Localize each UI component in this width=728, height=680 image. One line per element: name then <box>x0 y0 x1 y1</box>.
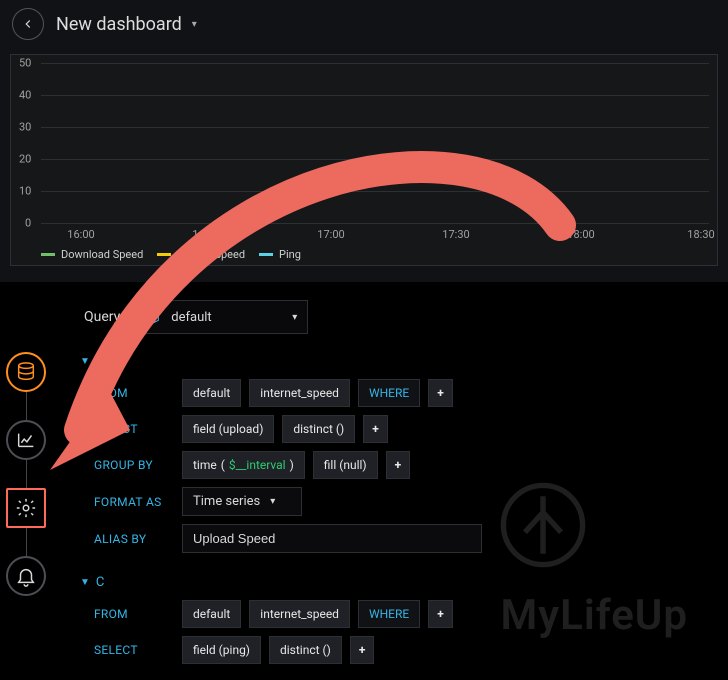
legend-item[interactable]: Upload Speed <box>157 248 245 261</box>
chart-icon <box>15 429 37 451</box>
bell-icon <box>15 565 37 587</box>
datasource-select[interactable]: default ▾ <box>134 300 308 334</box>
groupby-keyword: GROUP BY <box>94 458 174 472</box>
datasource-icon <box>145 309 161 325</box>
from-keyword: FROM <box>94 386 174 400</box>
xtick: 16:00 <box>67 228 94 241</box>
xtick: 18:30 <box>687 228 714 241</box>
ytick: 30 <box>19 121 31 134</box>
select-agg-chip[interactable]: distinct () <box>269 636 342 664</box>
from-keyword: FROM <box>94 607 174 621</box>
query-toggle-b[interactable]: ▼B <box>80 348 720 375</box>
xtick: 17:30 <box>442 228 469 241</box>
format-as-select[interactable]: Time series ▾ <box>182 487 302 516</box>
database-icon <box>15 361 37 383</box>
xtick: 18:00 <box>567 228 594 241</box>
chart-panel: 50 40 30 20 10 0 16:00 16:30 17:00 17:30… <box>10 54 718 266</box>
page-title: New dashboard <box>56 14 182 35</box>
chevron-down-icon: ▾ <box>292 312 297 323</box>
from-measurement-chip[interactable]: internet_speed <box>249 600 350 628</box>
ytick: 20 <box>19 153 31 166</box>
alias-by-label: ALIAS BY <box>94 532 174 546</box>
groupby-add-button[interactable]: + <box>386 451 411 479</box>
chevron-down-icon: ▼ <box>80 577 90 588</box>
chevron-down-icon: ▼ <box>80 356 90 367</box>
query-toggle-c[interactable]: ▼C <box>80 569 720 596</box>
ytick: 10 <box>19 185 31 198</box>
select-keyword: SELECT <box>94 643 174 657</box>
xtick: 16:30 <box>192 228 219 241</box>
xtick: 17:00 <box>317 228 344 241</box>
where-add-button[interactable]: + <box>428 379 453 407</box>
select-field-chip[interactable]: field (upload) <box>182 415 274 443</box>
select-keyword: SELECT <box>94 422 174 436</box>
select-add-button[interactable]: + <box>363 415 388 443</box>
where-keyword[interactable]: WHERE <box>358 379 420 407</box>
ytick: 0 <box>25 217 31 230</box>
from-db-chip[interactable]: default <box>182 379 241 407</box>
ytick: 40 <box>19 89 31 102</box>
where-keyword[interactable]: WHERE <box>358 600 420 628</box>
from-db-chip[interactable]: default <box>182 600 241 628</box>
select-field-chip[interactable]: field (ping) <box>182 636 261 664</box>
from-measurement-chip[interactable]: internet_speed <box>249 379 350 407</box>
tab-visualization[interactable] <box>6 420 46 460</box>
query-section-label: Query <box>84 309 120 325</box>
groupby-time-chip[interactable]: time ($__interval) <box>182 451 305 479</box>
arrow-left-icon <box>21 17 35 31</box>
chart-legend: Download Speed Upload Speed Ping <box>41 248 301 261</box>
chevron-down-icon: ▾ <box>192 19 197 30</box>
gear-icon <box>15 497 37 519</box>
ytick: 50 <box>19 57 31 70</box>
tab-general[interactable] <box>6 488 46 528</box>
chevron-down-icon: ▾ <box>270 496 275 507</box>
dashboard-title-dropdown[interactable]: New dashboard ▾ <box>56 14 197 35</box>
select-agg-chip[interactable]: distinct () <box>282 415 355 443</box>
alias-input[interactable] <box>182 524 482 553</box>
legend-item[interactable]: Download Speed <box>41 248 143 261</box>
tab-alert[interactable] <box>6 556 46 596</box>
format-as-label: FORMAT AS <box>94 495 174 509</box>
select-add-button[interactable]: + <box>350 636 375 664</box>
groupby-fill-chip[interactable]: fill (null) <box>313 451 378 479</box>
legend-item[interactable]: Ping <box>259 248 301 261</box>
tab-queries[interactable] <box>6 352 46 392</box>
back-button[interactable] <box>12 8 44 40</box>
where-add-button[interactable]: + <box>428 600 453 628</box>
